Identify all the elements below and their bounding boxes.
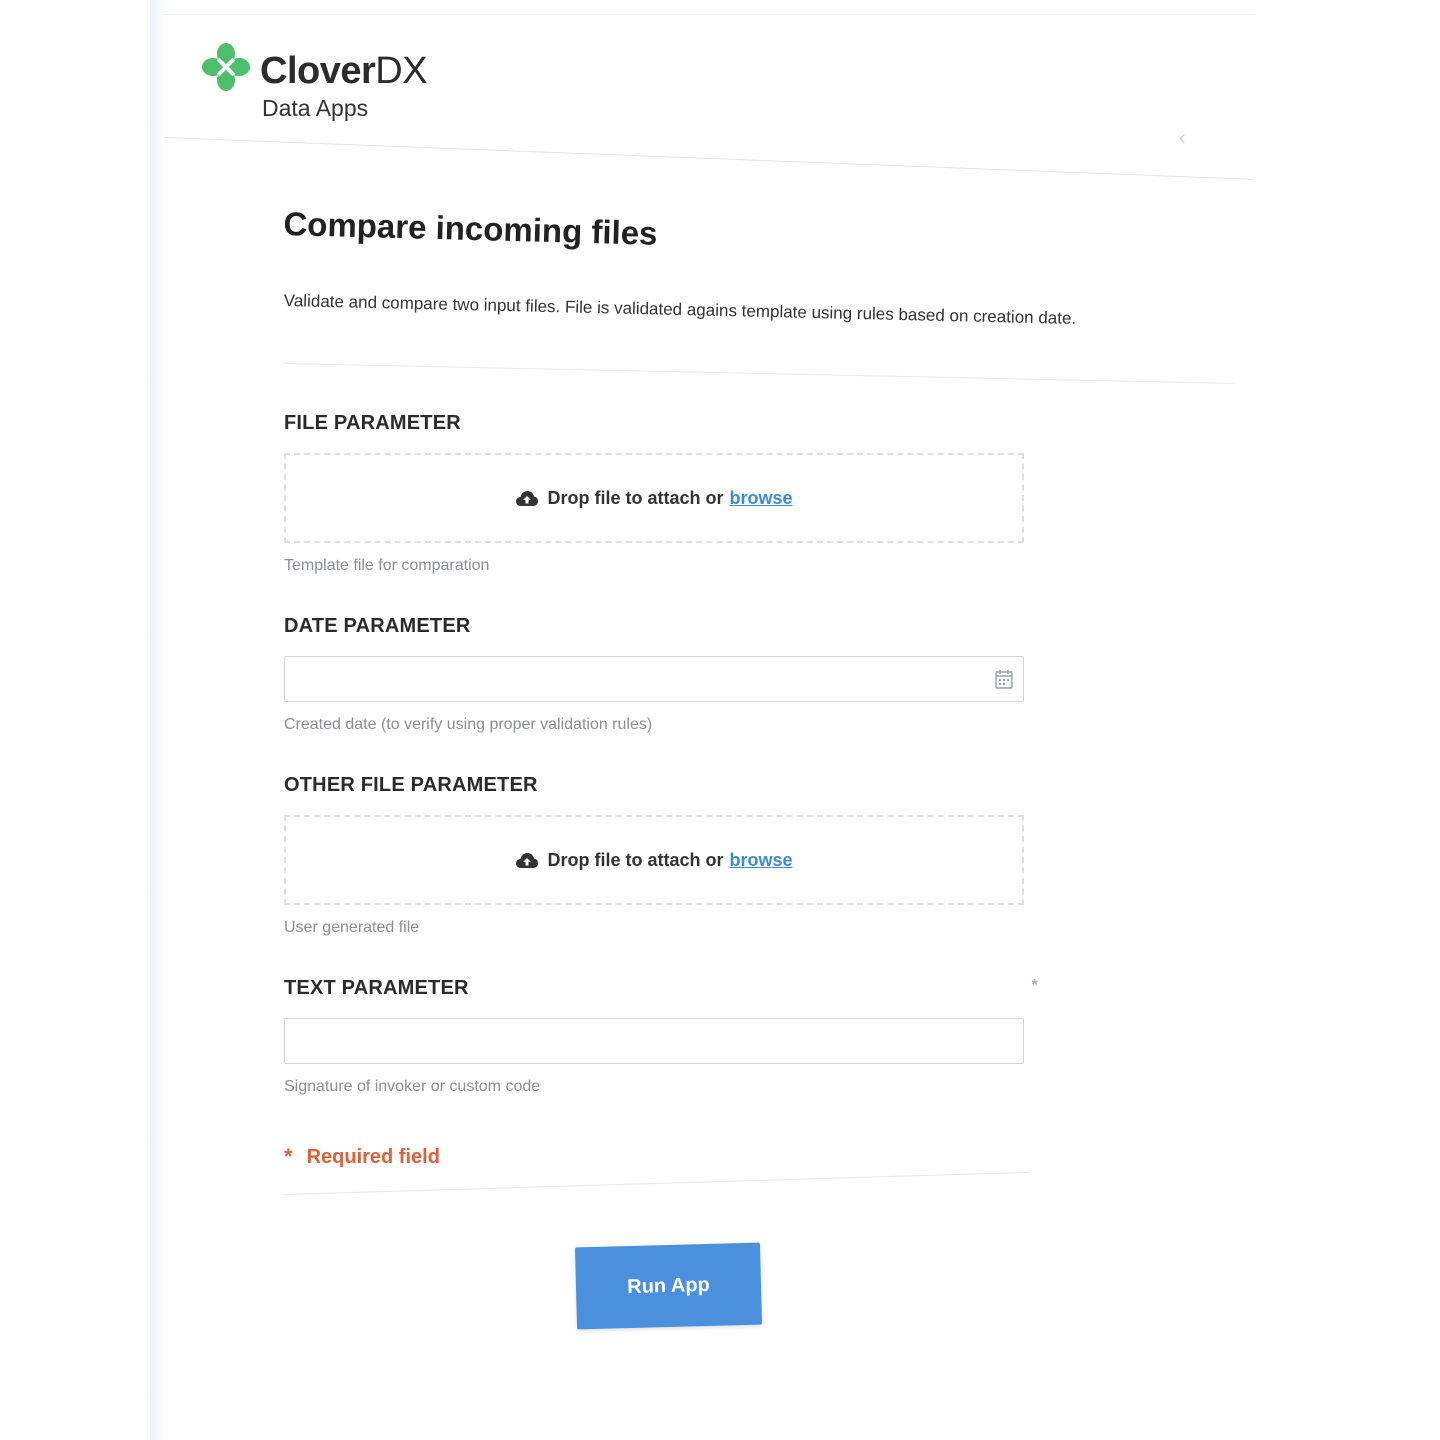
text-parameter-input[interactable] xyxy=(284,1018,1024,1064)
brand-logo: CloverDX Data Apps xyxy=(200,41,428,122)
other-file-parameter-drop-text: Drop file to attach or xyxy=(547,849,724,870)
brand-name-light: DX xyxy=(375,50,428,92)
back-chevron-icon[interactable]: ‹ xyxy=(1179,127,1186,150)
file-parameter-drop-text: Drop file to attach or xyxy=(547,487,724,508)
date-parameter-label-text: DATE PARAMETER xyxy=(284,615,471,637)
screenshot-stage: CloverDX Data Apps ‹ Compare incoming fi… xyxy=(0,0,1440,1440)
required-field-note: * Required field xyxy=(284,1144,1044,1170)
clover-logo-icon xyxy=(202,43,250,91)
calendar-icon[interactable] xyxy=(995,669,1013,694)
file-parameter-browse-link[interactable]: browse xyxy=(729,488,792,509)
required-star-icon: * xyxy=(284,1144,293,1169)
brand-name: CloverDX xyxy=(260,50,428,93)
brand-subtitle: Data Apps xyxy=(262,94,369,121)
run-app-button[interactable]: Run App xyxy=(574,1242,763,1330)
form-footer-divider xyxy=(284,1171,1029,1195)
header-divider xyxy=(163,137,1254,180)
required-field-text: Required field xyxy=(306,1145,440,1168)
brand-name-bold: Clover xyxy=(260,50,376,92)
other-file-parameter-dropzone[interactable]: Drop file to attach or browse xyxy=(284,815,1024,905)
text-parameter-label: TEXT PARAMETER * xyxy=(284,977,1044,1000)
file-parameter-field: FILE PARAMETER Drop file to attach or br… xyxy=(284,412,1044,575)
required-marker: * xyxy=(1031,977,1038,994)
text-parameter-label-text: TEXT PARAMETER xyxy=(284,977,469,999)
app-page: CloverDX Data Apps ‹ Compare incoming fi… xyxy=(163,14,1254,1440)
file-parameter-help: Template file for comparation xyxy=(284,557,490,574)
file-parameter-label-text: FILE PARAMETER xyxy=(284,412,461,434)
cloud-upload-icon xyxy=(515,851,539,869)
description-divider xyxy=(283,363,1234,384)
date-parameter-label: DATE PARAMETER xyxy=(284,615,1044,638)
text-parameter-help: Signature of invoker or custom code xyxy=(284,1078,541,1095)
date-parameter-field: DATE PARAMETER Created date (to verify u… xyxy=(284,615,1044,734)
other-file-parameter-browse-link[interactable]: browse xyxy=(729,850,792,871)
page-title: Compare incoming files xyxy=(283,205,658,252)
app-form: Compare incoming files Validate and comp… xyxy=(283,205,1234,1330)
other-file-parameter-help: User generated file xyxy=(284,919,420,936)
date-parameter-input[interactable] xyxy=(284,656,1024,702)
file-parameter-dropzone[interactable]: Drop file to attach or browse xyxy=(284,453,1024,543)
other-file-parameter-label-text: OTHER FILE PARAMETER xyxy=(284,774,538,796)
cloud-upload-icon xyxy=(515,489,539,507)
other-file-parameter-label: OTHER FILE PARAMETER xyxy=(284,774,1044,797)
date-parameter-help: Created date (to verify using proper val… xyxy=(284,716,653,733)
page-description: Validate and compare two input files. Fi… xyxy=(283,291,1077,328)
other-file-parameter-field: OTHER FILE PARAMETER Drop file to attach… xyxy=(284,774,1044,937)
file-parameter-label: FILE PARAMETER xyxy=(284,412,1044,435)
text-parameter-field: TEXT PARAMETER * Signature of invoker or… xyxy=(284,977,1044,1096)
